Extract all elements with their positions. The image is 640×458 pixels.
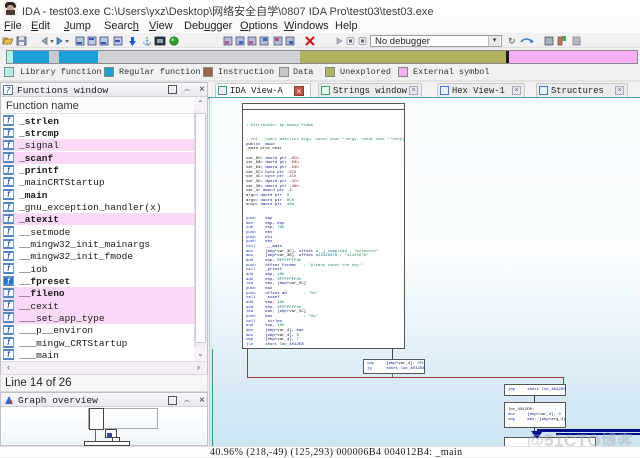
svg-text:↻: ↻ bbox=[508, 36, 516, 46]
svg-text:⚓: ⚓ bbox=[142, 36, 152, 46]
